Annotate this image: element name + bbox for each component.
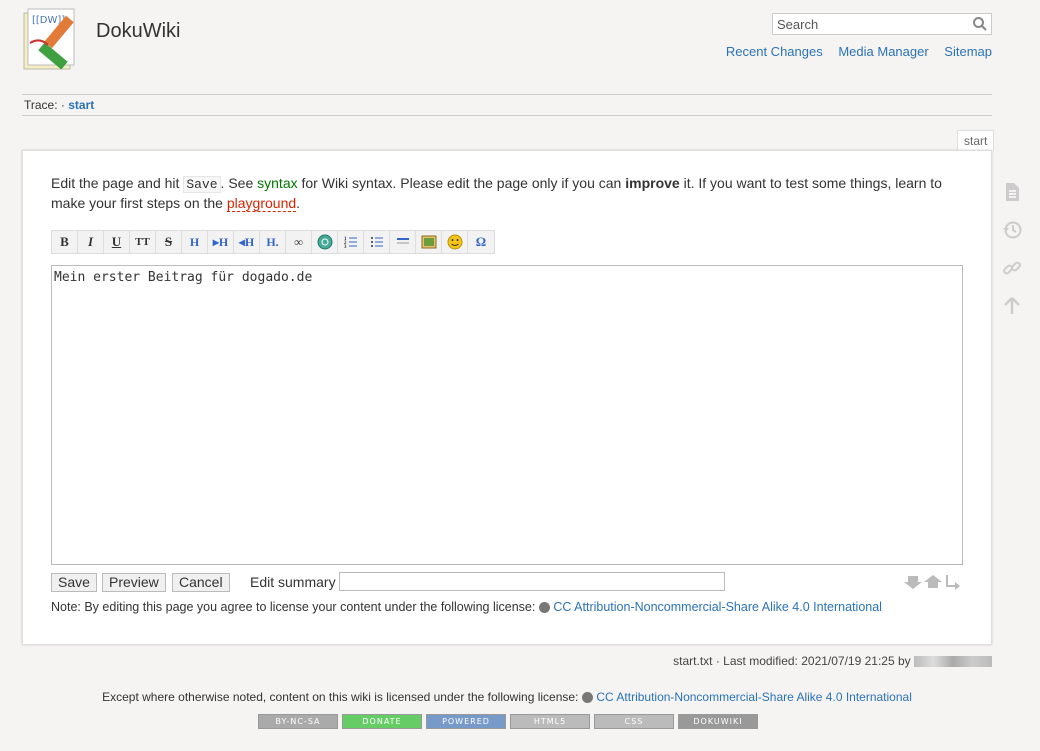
arrow-down-icon[interactable] bbox=[903, 574, 923, 590]
arrow-up-icon[interactable] bbox=[923, 574, 943, 590]
old-revisions-icon[interactable] bbox=[1002, 220, 1022, 240]
unordered-list-icon[interactable] bbox=[364, 231, 390, 253]
back-to-top-icon[interactable] bbox=[1002, 296, 1022, 316]
media-icon[interactable] bbox=[416, 231, 442, 253]
site-title[interactable]: DokuWiki bbox=[96, 20, 180, 43]
intro-text: Edit the page and hit bbox=[51, 175, 184, 191]
dokuwiki-logo[interactable]: [[DW]] bbox=[20, 7, 88, 75]
divider bbox=[22, 94, 992, 95]
license-link[interactable]: CC Attribution-Noncommercial-Share Alike… bbox=[553, 600, 882, 614]
php-badge[interactable]: POWERED bbox=[426, 714, 506, 729]
recent-changes-link[interactable]: Recent Changes bbox=[726, 44, 823, 59]
html5-badge[interactable]: HTML5 bbox=[510, 714, 590, 729]
search-icon[interactable] bbox=[972, 16, 988, 32]
ordered-list-icon[interactable]: 123 bbox=[338, 231, 364, 253]
divider bbox=[22, 115, 992, 116]
smiley-icon[interactable] bbox=[442, 231, 468, 253]
intro-text: for Wiki syntax. Please edit the page on… bbox=[297, 175, 626, 191]
breadcrumb: Trace: · start bbox=[24, 98, 94, 112]
edit-summary-label: Edit summary bbox=[250, 574, 336, 590]
cc-badge[interactable]: BY-NC-SA bbox=[258, 714, 338, 729]
external-link-icon[interactable] bbox=[312, 231, 338, 253]
intro-text: . bbox=[296, 195, 301, 211]
globe-icon bbox=[539, 602, 551, 614]
svg-text:3: 3 bbox=[344, 245, 347, 249]
breadcrumb-start-link[interactable]: start bbox=[68, 98, 94, 112]
license-note-text: Note: By editing this page you agree to … bbox=[51, 600, 536, 614]
edit-summary-input[interactable] bbox=[339, 572, 725, 591]
save-button[interactable]: Save bbox=[51, 573, 97, 592]
intro-text: . See bbox=[220, 175, 258, 191]
show-page-icon[interactable] bbox=[1002, 182, 1022, 202]
doc-info: start.txt · Last modified: 2021/07/19 21… bbox=[673, 654, 992, 668]
media-manager-link[interactable]: Media Manager bbox=[838, 44, 928, 59]
dokuwiki-badge[interactable]: DOKUWIKI bbox=[678, 714, 758, 729]
edit-intro: Edit the page and hit Save. See syntax f… bbox=[51, 174, 951, 213]
cancel-button[interactable]: Cancel bbox=[172, 573, 230, 592]
preview-button[interactable]: Preview bbox=[102, 573, 166, 592]
wiki-text-editor[interactable]: Mein erster Beitrag für dogado.de bbox=[51, 265, 963, 565]
site-tools-nav: Recent Changes Media Manager Sitemap bbox=[714, 44, 992, 59]
doc-info-text: start.txt · Last modified: 2021/07/19 21… bbox=[673, 654, 911, 668]
heading-higher-icon[interactable]: ◂H bbox=[234, 231, 260, 253]
footer-license: Except where otherwise noted, content on… bbox=[0, 690, 1014, 704]
horizontal-rule-icon[interactable] bbox=[390, 231, 416, 253]
playground-link[interactable]: playground bbox=[226, 195, 297, 212]
redacted-author bbox=[914, 656, 992, 668]
page-tools bbox=[1002, 182, 1022, 334]
license-note: Note: By editing this page you agree to … bbox=[51, 600, 882, 614]
globe-icon bbox=[582, 692, 594, 704]
italic-icon[interactable]: I bbox=[78, 231, 104, 253]
link-icon[interactable]: ∞ bbox=[286, 231, 312, 253]
wrap-toggle-icon[interactable] bbox=[943, 574, 963, 590]
syntax-link[interactable]: syntax bbox=[257, 175, 297, 191]
underline-icon[interactable]: U bbox=[104, 231, 130, 253]
editor-toolbar: B I U TT S H ▸H ◂H H. ∞ 123 Ω bbox=[51, 230, 495, 254]
improve-text: improve bbox=[625, 175, 680, 191]
heading-lower-icon[interactable]: ▸H bbox=[208, 231, 234, 253]
breadcrumb-label: Trace: bbox=[24, 98, 58, 112]
monospace-icon[interactable]: TT bbox=[130, 231, 156, 253]
heading-select-icon[interactable]: H. bbox=[260, 231, 286, 253]
heading-same-icon[interactable]: H bbox=[182, 231, 208, 253]
footer-license-text: Except where otherwise noted, content on… bbox=[102, 690, 579, 704]
css-badge[interactable]: CSS bbox=[594, 714, 674, 729]
backlinks-icon[interactable] bbox=[1002, 258, 1022, 278]
donate-badge[interactable]: DONATE bbox=[342, 714, 422, 729]
sitemap-link[interactable]: Sitemap bbox=[944, 44, 992, 59]
footer-badges: BY-NC-SA DONATE POWERED HTML5 CSS DOKUWI… bbox=[258, 714, 758, 729]
breadcrumb-separator: · bbox=[60, 98, 65, 112]
footer-license-link[interactable]: CC Attribution-Noncommercial-Share Alike… bbox=[596, 690, 911, 704]
strikethrough-icon[interactable]: S bbox=[156, 231, 182, 253]
bold-icon[interactable]: B bbox=[52, 231, 78, 253]
editor-size-controls bbox=[903, 574, 963, 590]
special-chars-icon[interactable]: Ω bbox=[468, 231, 494, 253]
save-code: Save bbox=[183, 176, 221, 193]
page-id-tab: start bbox=[957, 130, 995, 151]
search-field[interactable] bbox=[772, 13, 992, 35]
search-input[interactable] bbox=[773, 14, 971, 34]
